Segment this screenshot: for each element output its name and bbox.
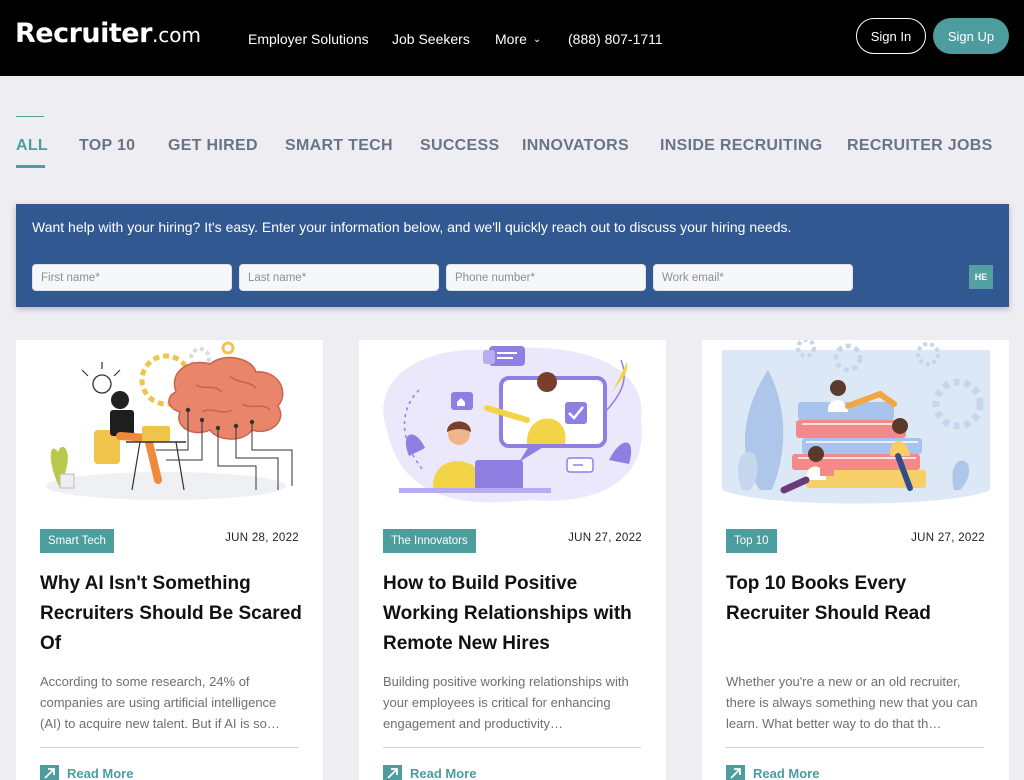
read-more-link[interactable]: Read More xyxy=(383,765,476,780)
tab-top-10[interactable]: TOP 10 xyxy=(79,137,135,155)
nav-more-dropdown[interactable]: More ⌄ xyxy=(495,31,541,47)
article-excerpt: According to some research, 24% of compa… xyxy=(40,674,280,731)
tab-success[interactable]: SUCCESS xyxy=(420,137,499,155)
article-excerpt: Whether you're a new or an old recruiter… xyxy=(726,674,978,731)
tab-inside-recruiting[interactable]: INSIDE RECRUITING xyxy=(660,137,822,155)
work-email-input[interactable] xyxy=(653,264,853,291)
tab-innovators[interactable]: INNOVATORS xyxy=(522,137,629,155)
card-divider xyxy=(383,747,641,748)
hiring-help-form: Want help with your hiring? It's easy. E… xyxy=(16,204,1009,307)
card-divider xyxy=(726,747,984,748)
tab-smart-tech[interactable]: SMART TECH xyxy=(285,137,393,155)
last-name-input[interactable] xyxy=(239,264,439,291)
recruiter-logo[interactable]: Recruiter.com xyxy=(15,18,201,49)
read-more-link[interactable]: Read More xyxy=(726,765,819,780)
article-excerpt: Building positive working relationships … xyxy=(383,674,629,731)
read-more-label: Read More xyxy=(67,766,134,780)
first-name-input[interactable] xyxy=(32,264,232,291)
card-divider xyxy=(40,747,298,748)
article-card[interactable]: The Innovators JUN 27, 2022 How to Build… xyxy=(359,340,666,780)
article-title[interactable]: How to Build Positive Working Relationsh… xyxy=(383,569,648,659)
read-more-label: Read More xyxy=(753,766,820,780)
category-tag[interactable]: Smart Tech xyxy=(40,529,114,553)
tab-all[interactable]: ALL xyxy=(16,137,48,155)
read-more-label: Read More xyxy=(410,766,477,780)
arrow-up-right-icon xyxy=(383,765,402,780)
sign-up-button[interactable]: Sign Up xyxy=(933,18,1009,54)
article-card[interactable]: Smart Tech JUN 28, 2022 Why AI Isn't Som… xyxy=(16,340,323,780)
article-title[interactable]: Why AI Isn't Something Recruiters Should… xyxy=(40,569,305,659)
tab-recruiter-jobs[interactable]: RECRUITER JOBS xyxy=(847,137,993,155)
publish-date: JUN 27, 2022 xyxy=(911,532,985,544)
tab-get-hired[interactable]: GET HIRED xyxy=(168,137,258,155)
form-widget-badge[interactable]: HE xyxy=(969,265,993,289)
chevron-down-icon: ⌄ xyxy=(532,34,542,45)
sign-in-button[interactable]: Sign In xyxy=(856,18,926,54)
arrow-up-right-icon xyxy=(40,765,59,780)
nav-job-seekers[interactable]: Job Seekers xyxy=(392,31,470,47)
active-tab-underline xyxy=(16,165,45,168)
ai-brain-illustration xyxy=(46,341,293,500)
arrow-up-right-icon xyxy=(726,765,745,780)
category-tag[interactable]: The Innovators xyxy=(383,529,476,553)
books-reading-illustration xyxy=(722,340,990,504)
nav-phone[interactable]: (888) 807-1711 xyxy=(568,31,663,47)
tab-top-rule xyxy=(16,116,44,117)
category-tag[interactable]: Top 10 xyxy=(726,529,777,553)
publish-date: JUN 28, 2022 xyxy=(225,532,299,544)
phone-number-input[interactable] xyxy=(446,264,646,291)
logo-text: Recruiter xyxy=(15,18,152,49)
article-card[interactable]: Top 10 JUN 27, 2022 Top 10 Books Every R… xyxy=(702,340,1009,780)
nav-more-label: More xyxy=(495,31,527,47)
publish-date: JUN 27, 2022 xyxy=(568,532,642,544)
logo-suffix: .com xyxy=(151,23,202,47)
nav-employer-solutions[interactable]: Employer Solutions xyxy=(248,31,369,47)
read-more-link[interactable]: Read More xyxy=(40,765,133,780)
remote-hires-illustration xyxy=(383,346,642,503)
top-nav-bar: Recruiter.com Employer Solutions Job See… xyxy=(0,0,1024,76)
article-title[interactable]: Top 10 Books Every Recruiter Should Read xyxy=(726,569,991,629)
hiring-form-prompt: Want help with your hiring? It's easy. E… xyxy=(32,219,792,235)
